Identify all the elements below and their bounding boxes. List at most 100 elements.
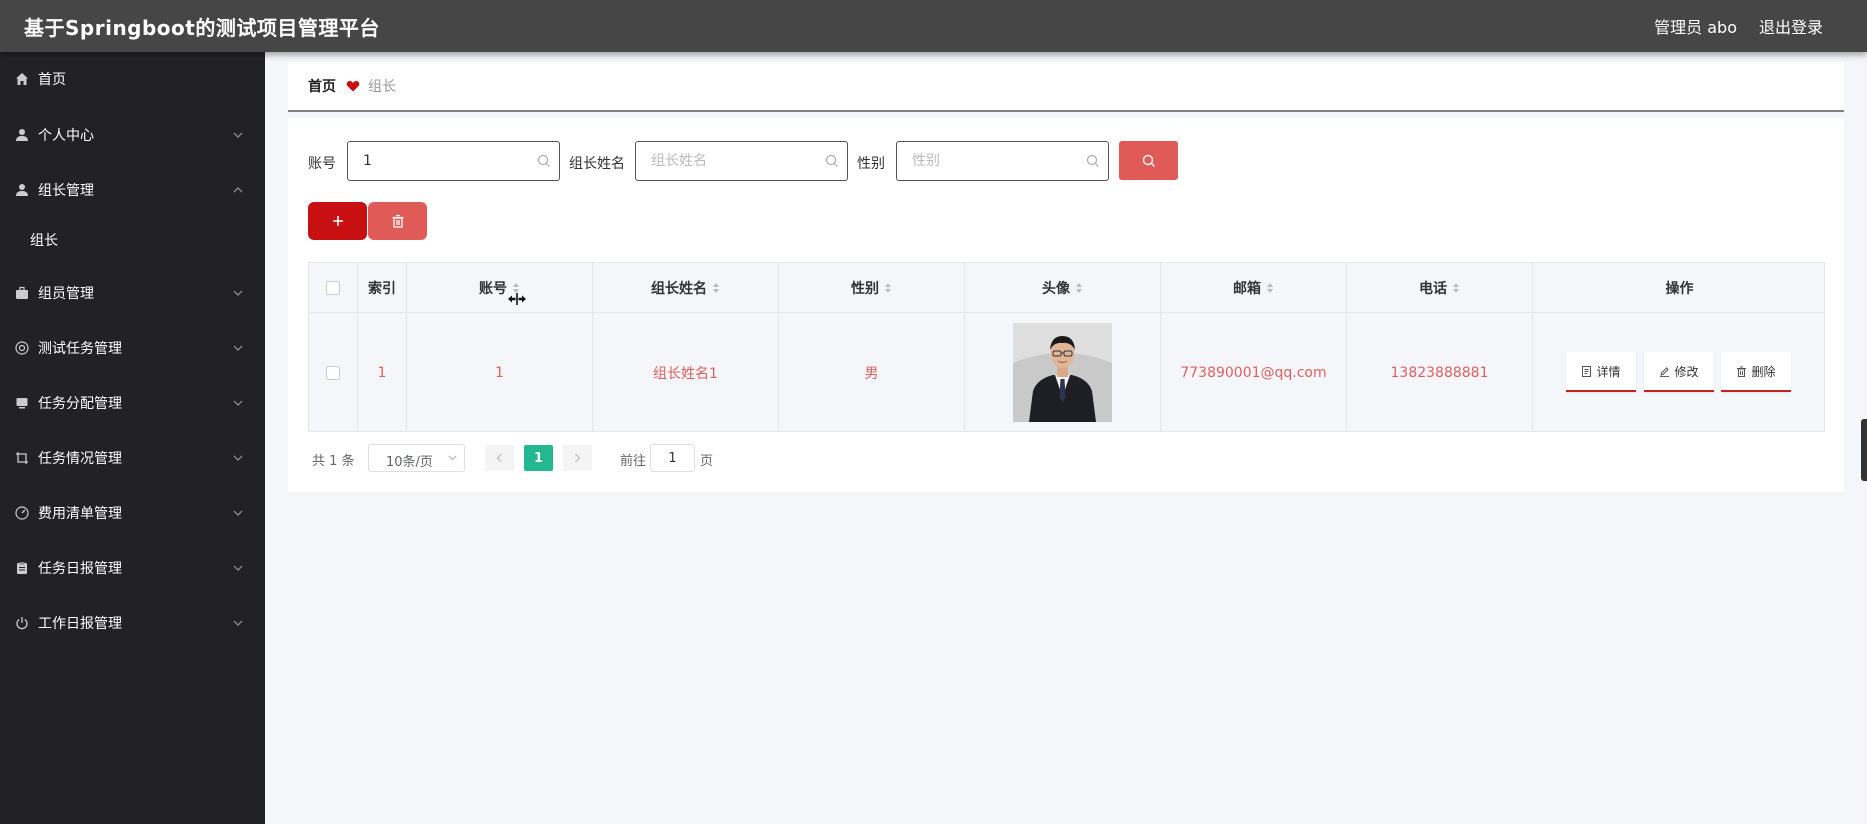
column-header-phone[interactable]: 电话 (1347, 263, 1533, 312)
sidebar-item-task-assignment-management[interactable]: 任务分配管理 (0, 381, 265, 425)
logout-link[interactable]: 退出登录 (1759, 14, 1823, 38)
sidebar-item-home[interactable]: 首页 (0, 57, 265, 101)
cell-actions: 详情 修改 删除 (1533, 313, 1826, 432)
sidebar-item-member-management[interactable]: 组员管理 (0, 271, 265, 315)
breadcrumb: 首页 组长 (288, 62, 1844, 112)
column-header-label: 电话 (1419, 280, 1447, 297)
sidebar: 首页 个人中心 组长管理 组长 组员管理 测试任务管理 任务分配管理 任务情况管… (0, 52, 265, 824)
scrollbar-thumb[interactable] (1861, 419, 1867, 481)
chevron-right-icon (575, 453, 581, 463)
top-header: 基于Springboot的测试项目管理平台 管理员 abo 退出登录 (0, 0, 1867, 52)
column-header-label: 账号 (479, 280, 507, 297)
batch-delete-button[interactable] (368, 202, 427, 240)
page-size-value: 10条/页 (386, 455, 433, 470)
gauge-icon (14, 505, 30, 521)
column-header-gender[interactable]: 性别 (779, 263, 965, 312)
row-checkbox[interactable] (326, 365, 340, 380)
column-header-label: 头像 (1042, 280, 1070, 297)
sidebar-item-label: 任务分配管理 (38, 396, 122, 412)
pagination-total: 共 1 条 (312, 454, 355, 469)
goto-page-field[interactable] (650, 444, 695, 472)
table-header-row: 索引 账号 组长姓名 性别 头像 邮箱 电话 操作 (309, 263, 1824, 313)
account-search-field[interactable] (347, 141, 560, 181)
sort-icon[interactable] (1075, 282, 1083, 294)
sort-icon[interactable] (884, 282, 892, 294)
prev-page-button[interactable] (485, 445, 514, 471)
sidebar-item-task-daily-report-management[interactable]: 任务日报管理 (0, 546, 265, 590)
app-title: 基于Springboot的测试项目管理平台 (24, 16, 380, 40)
sidebar-item-task-status-management[interactable]: 任务情况管理 (0, 436, 265, 480)
breadcrumb-current: 组长 (368, 79, 396, 95)
column-header-account[interactable]: 账号 (407, 263, 593, 312)
next-page-button[interactable] (563, 445, 592, 471)
page-number-button[interactable]: 1 (524, 445, 553, 471)
sidebar-item-label: 组员管理 (38, 286, 94, 302)
sidebar-item-personal-center[interactable]: 个人中心 (0, 113, 265, 157)
leader-name-search-input[interactable] (651, 151, 811, 171)
delete-button-label: 删除 (1751, 364, 1776, 379)
search-button[interactable] (1119, 141, 1178, 180)
page-size-select[interactable]: 10条/页 (368, 444, 465, 472)
sidebar-item-label: 组长管理 (38, 183, 94, 199)
leader-name-label: 组长姓名 (569, 156, 625, 172)
crop-icon (14, 450, 30, 466)
sidebar-item-expense-list-management[interactable]: 费用清单管理 (0, 491, 265, 535)
sidebar-item-label: 任务情况管理 (38, 451, 122, 467)
sidebar-item-label: 测试任务管理 (38, 341, 122, 357)
search-icon (1142, 154, 1155, 167)
heart-icon (346, 80, 360, 92)
trash-icon (392, 214, 403, 228)
sidebar-item-label: 工作日报管理 (38, 616, 122, 632)
sidebar-subitem-label: 组长 (30, 233, 58, 249)
sidebar-item-leader-management[interactable]: 组长管理 (0, 168, 265, 212)
sidebar-item-label: 首页 (38, 72, 66, 88)
goto-page-suffix: 页 (700, 454, 714, 469)
delete-button[interactable]: 删除 (1721, 352, 1791, 392)
user-icon (14, 127, 30, 143)
chevron-down-icon (233, 455, 243, 461)
edit-button[interactable]: 修改 (1644, 352, 1714, 392)
sort-icon[interactable] (1266, 282, 1274, 294)
chevron-down-icon (233, 345, 243, 351)
search-icon (825, 154, 838, 167)
search-icon (1086, 154, 1099, 167)
edit-button-label: 修改 (1674, 364, 1699, 379)
gender-search-input[interactable] (912, 151, 1072, 171)
sort-icon[interactable] (712, 282, 720, 294)
sort-icon[interactable] (1452, 282, 1460, 294)
current-user: 管理员 abo (1654, 18, 1737, 37)
gender-search-field[interactable] (896, 141, 1109, 181)
column-header-email[interactable]: 邮箱 (1161, 263, 1347, 312)
cell-email: 773890001@qq.com (1161, 313, 1347, 432)
avatar-image[interactable] (1013, 323, 1112, 422)
account-search-input[interactable] (363, 151, 523, 171)
leader-table: 索引 账号 组长姓名 性别 头像 邮箱 电话 操作 1 1 组长姓名1 男 77… (308, 262, 1825, 432)
chevron-down-icon (233, 565, 243, 571)
power-icon (14, 615, 30, 631)
detail-button[interactable]: 详情 (1566, 352, 1636, 392)
cell-index: 1 (358, 313, 407, 432)
chevron-left-icon (496, 453, 502, 463)
column-header-avatar[interactable]: 头像 (965, 263, 1161, 312)
edit-icon (1660, 366, 1670, 377)
sidebar-subitem-leader[interactable]: 组长 (0, 220, 265, 260)
goto-page-input[interactable] (651, 445, 694, 471)
row-select-cell (309, 313, 358, 432)
user-icon (14, 182, 30, 198)
table-row: 1 1 组长姓名1 男 773890001@qq.com 13823888881 (309, 313, 1824, 432)
select-all-cell (309, 263, 358, 312)
column-header-leader-name[interactable]: 组长姓名 (593, 263, 779, 312)
cell-account: 1 (407, 313, 593, 432)
leader-name-search-field[interactable] (635, 141, 848, 181)
cell-avatar (965, 313, 1161, 432)
column-header-label: 索引 (368, 280, 396, 297)
add-button[interactable] (308, 202, 367, 240)
detail-button-label: 详情 (1596, 364, 1621, 379)
column-header-label: 邮箱 (1233, 280, 1261, 297)
sidebar-item-test-task-management[interactable]: 测试任务管理 (0, 326, 265, 370)
sidebar-item-work-daily-report-management[interactable]: 工作日报管理 (0, 601, 265, 645)
breadcrumb-home[interactable]: 首页 (308, 76, 336, 96)
cell-gender: 男 (779, 313, 965, 432)
select-all-checkbox[interactable] (326, 280, 340, 295)
briefcase-icon (14, 285, 30, 301)
